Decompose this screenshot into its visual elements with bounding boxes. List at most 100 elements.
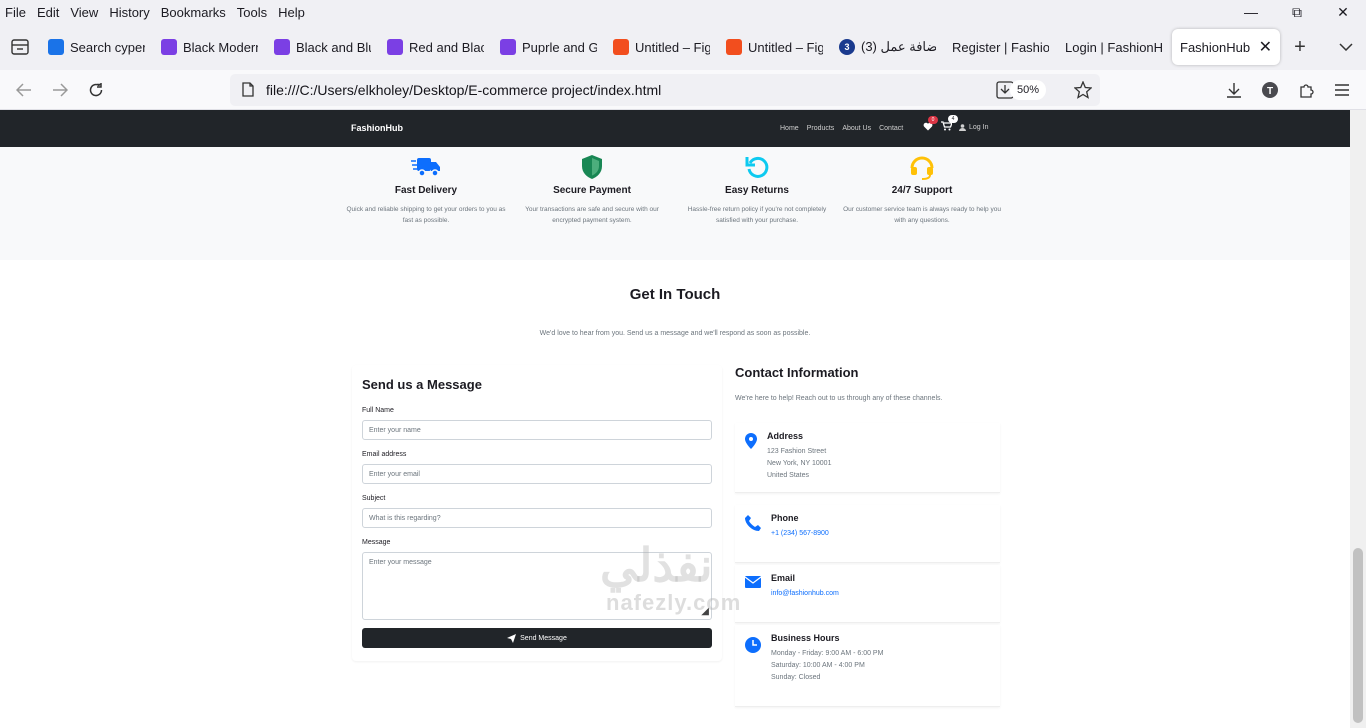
nav-link-about[interactable]: About Us <box>842 125 871 132</box>
tab-item[interactable]: Register | Fashion <box>944 29 1057 65</box>
subject-label: Subject <box>362 495 386 502</box>
tab-item[interactable]: Black Modern <box>153 29 266 65</box>
message-label: Message <box>362 539 391 546</box>
page-viewport: FashionHub Home Products About Us Contac… <box>0 110 1366 728</box>
tab-label: Login | FashionHub <box>1065 39 1162 55</box>
extensions-icon[interactable] <box>1288 72 1324 108</box>
nav-link-home[interactable]: Home <box>780 125 799 132</box>
email-link[interactable]: info@fashionhub.com <box>771 590 839 597</box>
feature-title: Fast Delivery <box>394 185 458 196</box>
address-line: New York, NY 10001 <box>767 460 832 467</box>
scrollbar-thumb[interactable] <box>1353 548 1363 723</box>
tab-label: (3) إضافة عمل <box>861 39 936 54</box>
new-tab-icon[interactable]: + <box>1280 36 1320 59</box>
hours-line: Saturday: 10:00 AM - 4:00 PM <box>771 662 865 669</box>
reload-icon[interactable] <box>78 72 114 108</box>
hours-line: Sunday: Closed <box>771 674 821 681</box>
tab-list-icon[interactable] <box>0 39 40 55</box>
phone-link[interactable]: +1 (234) 567-8900 <box>771 530 829 537</box>
subject-input[interactable]: What is this regarding? <box>362 508 712 528</box>
tab-favicon-icon: 3 <box>839 39 855 55</box>
minimize-icon[interactable]: — <box>1228 0 1274 24</box>
phone-card: Phone +1 (234) 567-8900 <box>735 505 1000 563</box>
feature-card: Fast Delivery Quick and reliable shippin… <box>346 153 506 226</box>
login-label: Log In <box>969 123 989 131</box>
url-bar[interactable]: file:///C:/Users/elkholey/Desktop/E-comm… <box>230 73 1100 106</box>
login-link[interactable]: Log In <box>959 124 988 131</box>
send-message-button[interactable]: Send Message <box>362 628 712 648</box>
tab-item[interactable]: 3 (3) إضافة عمل <box>831 29 944 65</box>
menu-tools[interactable]: Tools <box>237 5 267 20</box>
feature-desc: Our customer service team is always read… <box>843 206 1001 224</box>
paper-plane-icon <box>507 633 517 643</box>
menu-bookmarks[interactable]: Bookmarks <box>161 5 226 20</box>
send-message-label: Send Message <box>520 634 567 642</box>
name-input[interactable]: Enter your name <box>362 420 712 440</box>
phone-title: Phone <box>771 513 799 523</box>
tab-item[interactable]: Red and Black <box>379 29 492 65</box>
hamburger-menu-icon[interactable] <box>1324 72 1360 108</box>
hours-card: Business Hours Monday - Friday: 9:00 AM … <box>735 625 1000 707</box>
cart-icon[interactable]: 4 <box>941 115 958 133</box>
svg-text:T: T <box>1267 86 1273 97</box>
feature-title: Easy Returns <box>725 185 789 196</box>
nav-link-products[interactable]: Products <box>807 125 835 132</box>
right-toolbar: T <box>1216 72 1360 108</box>
tab-item[interactable]: Untitled – Fig <box>718 29 831 65</box>
tab-item[interactable]: Search cyper <box>40 29 153 65</box>
tab-label: Untitled – Fig <box>748 39 823 55</box>
address-line: United States <box>767 472 810 479</box>
bookmark-star-icon[interactable] <box>1073 79 1093 102</box>
tab-favicon-badge: 3 <box>844 42 850 52</box>
account-icon[interactable]: T <box>1252 72 1288 108</box>
menu-edit[interactable]: Edit <box>37 5 59 20</box>
menu-file[interactable]: File <box>5 5 26 20</box>
truck-icon <box>346 153 506 181</box>
chevron-down-icon[interactable] <box>1326 43 1366 51</box>
contact-title: Get In Touch <box>629 286 721 303</box>
tab-list: Search cyper Black Modern Black and Blu Red… <box>40 29 1170 65</box>
wishlist-heart-icon[interactable]: 0 <box>923 115 938 133</box>
close-tab-icon[interactable]: ✕ <box>1259 37 1272 57</box>
tab-active-label: FashionHub <box>1180 39 1251 55</box>
tab-favicon-icon <box>613 39 629 55</box>
menu-history[interactable]: History <box>109 5 149 20</box>
zoom-level[interactable]: 50% <box>1010 79 1046 100</box>
forward-icon[interactable] <box>42 72 78 108</box>
tab-item[interactable]: Login | FashionHub <box>1057 29 1170 65</box>
restore-icon[interactable]: ⧉ <box>1274 0 1320 24</box>
site-brand[interactable]: FashionHub <box>351 123 403 133</box>
back-icon[interactable] <box>6 72 42 108</box>
tab-label: Register | Fashion <box>952 39 1049 55</box>
nav-link-contact[interactable]: Contact <box>879 125 903 132</box>
tab-favicon-icon <box>274 39 290 55</box>
page-scrollbar[interactable] <box>1350 110 1366 728</box>
feature-card: Secure Payment Your transactions are saf… <box>512 153 672 226</box>
tab-item[interactable]: Black and Blu <box>266 29 379 65</box>
feature-desc: Your transactions are safe and secure wi… <box>525 206 659 224</box>
map-marker-icon <box>745 433 757 454</box>
tab-favicon-icon <box>48 39 64 55</box>
tab-label: Black and Blu <box>296 39 371 55</box>
tab-active[interactable]: FashionHub ✕ <box>1172 29 1280 65</box>
feature-desc: Hassle-free return policy if you're not … <box>687 206 827 224</box>
menu-view[interactable]: View <box>70 5 98 20</box>
tab-strip: Search cyper Black Modern Black and Blu Red… <box>0 24 1366 70</box>
email-input[interactable]: Enter your email <box>362 464 712 484</box>
address-title: Address <box>767 431 804 441</box>
hours-title: Business Hours <box>771 633 840 643</box>
headset-icon <box>842 153 1002 181</box>
phone-icon <box>745 515 761 536</box>
user-icon <box>959 123 966 131</box>
window-controls: — ⧉ ✕ <box>1228 0 1366 24</box>
tab-item[interactable]: Untitled – Fig <box>605 29 718 65</box>
close-window-icon[interactable]: ✕ <box>1320 0 1366 24</box>
tab-favicon-icon <box>387 39 403 55</box>
tab-favicon-icon <box>161 39 177 55</box>
tab-label: Untitled – Fig <box>635 39 710 55</box>
feature-desc: Quick and reliable shipping to get your … <box>346 206 506 224</box>
tab-label: Search cyper <box>70 39 145 55</box>
menu-help[interactable]: Help <box>278 5 305 20</box>
downloads-icon[interactable] <box>1216 72 1252 108</box>
tab-item[interactable]: Puprle and Gr <box>492 29 605 65</box>
